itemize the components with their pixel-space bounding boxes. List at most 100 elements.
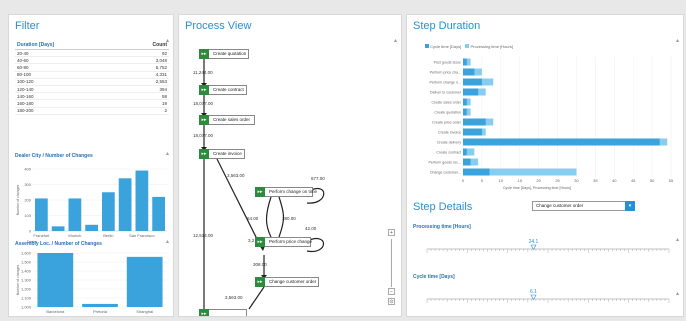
table-row[interactable]: 60-80 5,752 bbox=[15, 63, 169, 72]
chevron-down-icon[interactable]: ▾ bbox=[625, 201, 635, 211]
x-tick-label: Berlin bbox=[103, 233, 113, 238]
step-dropdown[interactable]: Change customer order ▾ bbox=[532, 201, 635, 211]
bar-cycle[interactable] bbox=[463, 128, 482, 136]
bar-cycle[interactable] bbox=[463, 88, 479, 96]
step-duration-chart: 0 5 10 15 20 25 30 35 40 45 50 55 Post goods issue Pe… bbox=[428, 57, 674, 190]
node-create-quotation[interactable]: ▸▸ Create quotation bbox=[199, 49, 249, 59]
cycle-label: Cycle time [Days] bbox=[413, 274, 455, 280]
table-row[interactable]: 20-40 92 bbox=[15, 49, 169, 58]
y-tick-label: Create invoice bbox=[438, 131, 461, 135]
x-tick-label: 10 bbox=[499, 178, 504, 183]
x-tick-label: 15 bbox=[518, 178, 523, 183]
bar[interactable] bbox=[68, 198, 82, 231]
y-axis-label: Number of changes bbox=[16, 264, 20, 295]
y-tick-label: 1,600 bbox=[21, 251, 32, 256]
bar[interactable] bbox=[118, 178, 132, 231]
x-tick-label: Frankfurt bbox=[33, 233, 50, 238]
bar[interactable] bbox=[135, 170, 149, 231]
bar-cycle[interactable] bbox=[463, 168, 490, 176]
collapse-icon[interactable]: ▴ bbox=[676, 37, 679, 44]
play-icon: ▸▸ bbox=[199, 49, 209, 59]
bar[interactable] bbox=[82, 303, 118, 307]
edge-label: 12,514.00 bbox=[193, 233, 214, 238]
collapse-icon[interactable]: ▴ bbox=[676, 290, 679, 297]
edge-label: 380.00 bbox=[282, 216, 296, 221]
count-cell: 5,752 bbox=[121, 63, 169, 72]
cycle-slider[interactable]: 6.1 bbox=[423, 285, 673, 311]
bar[interactable] bbox=[152, 196, 165, 231]
edge-label: 64.00 bbox=[247, 216, 259, 221]
y-tick-label: Create delivery bbox=[437, 141, 461, 145]
slider-value: 6.1 bbox=[530, 289, 537, 295]
zoom-reset-button[interactable]: ⊙ bbox=[388, 298, 395, 305]
bar[interactable] bbox=[37, 253, 74, 307]
step-panel: Step Duration ▴ Cycle time [Days] Proces… bbox=[406, 14, 684, 317]
y-tick-label: Deliver to customer bbox=[430, 91, 462, 95]
count-cell: 92 bbox=[121, 49, 169, 58]
duration-cell: 60-80 bbox=[15, 63, 122, 72]
column-header[interactable]: Duration [Days] bbox=[15, 41, 122, 50]
collapse-icon[interactable]: ▴ bbox=[676, 236, 679, 243]
table-row[interactable]: 180-200 2 bbox=[15, 107, 169, 115]
bar[interactable] bbox=[35, 198, 48, 231]
slider-value: 24.1 bbox=[529, 239, 539, 245]
bar[interactable] bbox=[126, 256, 163, 307]
table-row[interactable]: 80-100 4,331 bbox=[15, 71, 169, 79]
node-perform-change-on-time[interactable]: ▸▸ Perform change on time bbox=[255, 187, 317, 197]
count-cell: 2,553 bbox=[121, 78, 169, 86]
x-axis-label: Assembly location bbox=[27, 316, 55, 317]
bar-cycle[interactable] bbox=[463, 98, 467, 106]
panel-title: Filter bbox=[15, 20, 40, 32]
edge-label: 677.00 bbox=[311, 176, 325, 181]
bar[interactable] bbox=[85, 224, 98, 231]
duration-cell: 20-40 bbox=[15, 49, 122, 58]
process-edges bbox=[201, 59, 325, 311]
y-tick-label: Perform price cha... bbox=[430, 71, 461, 75]
table-row[interactable]: 100-120 2,553 bbox=[15, 78, 169, 86]
bar-cycle[interactable] bbox=[463, 58, 467, 66]
legend-swatch-processing bbox=[465, 44, 470, 48]
x-tick-label: 40 bbox=[612, 178, 617, 183]
bar[interactable] bbox=[51, 226, 65, 231]
y-tick-label: 1,000 bbox=[21, 305, 32, 310]
bar-cycle[interactable] bbox=[463, 78, 482, 86]
table-row[interactable]: 160-180 19 bbox=[15, 99, 169, 108]
node-create-sales-order[interactable]: ▸▸ Create sales order bbox=[199, 115, 255, 125]
bar-cycle[interactable] bbox=[463, 138, 660, 146]
bar[interactable] bbox=[102, 192, 115, 231]
play-icon: ▸▸ bbox=[255, 187, 265, 197]
legend: Cycle time [Days] Processing time [Hours… bbox=[425, 44, 513, 49]
node-perform-price-change[interactable]: ▸▸ Perform price change bbox=[255, 237, 312, 247]
x-tick-label: Barcelona bbox=[46, 309, 65, 314]
x-tick-label: Pretoria bbox=[93, 309, 108, 314]
chart-title: Dealer City / Number of Changes bbox=[15, 153, 93, 159]
play-icon: ▸▸ bbox=[255, 277, 265, 287]
bar-cycle[interactable] bbox=[463, 158, 471, 166]
node-change-customer-order[interactable]: ▸▸ Change customer order bbox=[255, 277, 319, 287]
y-tick-label: Change customer... bbox=[430, 171, 461, 175]
table-row[interactable]: 120-140 394 bbox=[15, 85, 169, 94]
zoom-in-button[interactable]: + bbox=[388, 229, 395, 236]
table-row[interactable]: 140-160 58 bbox=[15, 92, 169, 101]
node-partial[interactable]: ▸▸ bbox=[199, 309, 247, 316]
zoom-slider[interactable] bbox=[391, 239, 392, 287]
y-tick-label: Post goods issue bbox=[434, 61, 461, 65]
bar-cycle[interactable] bbox=[463, 68, 475, 76]
node-create-contract[interactable]: ▸▸ Create contract bbox=[199, 85, 247, 95]
collapse-icon[interactable]: ▴ bbox=[166, 238, 169, 245]
column-header[interactable]: Count bbox=[121, 41, 169, 50]
table-row[interactable]: 40-60 3,048 bbox=[15, 56, 169, 65]
node-create-invoice[interactable]: ▸▸ Create invoice bbox=[199, 149, 245, 159]
x-tick-label: Shanghai bbox=[136, 309, 153, 314]
collapse-icon[interactable]: ▴ bbox=[166, 150, 169, 157]
count-cell: 394 bbox=[121, 85, 169, 94]
zoom-out-button[interactable]: − bbox=[388, 288, 395, 295]
processing-slider[interactable]: 24.1 bbox=[423, 235, 673, 261]
bar-cycle[interactable] bbox=[463, 118, 486, 126]
bar-cycle[interactable] bbox=[463, 148, 467, 156]
x-tick-label: Munich bbox=[68, 233, 81, 238]
bar-cycle[interactable] bbox=[463, 108, 467, 116]
count-cell: 58 bbox=[121, 92, 169, 101]
y-tick-label: 400 bbox=[24, 167, 31, 172]
edge-label: 11,244.00 bbox=[193, 70, 213, 75]
